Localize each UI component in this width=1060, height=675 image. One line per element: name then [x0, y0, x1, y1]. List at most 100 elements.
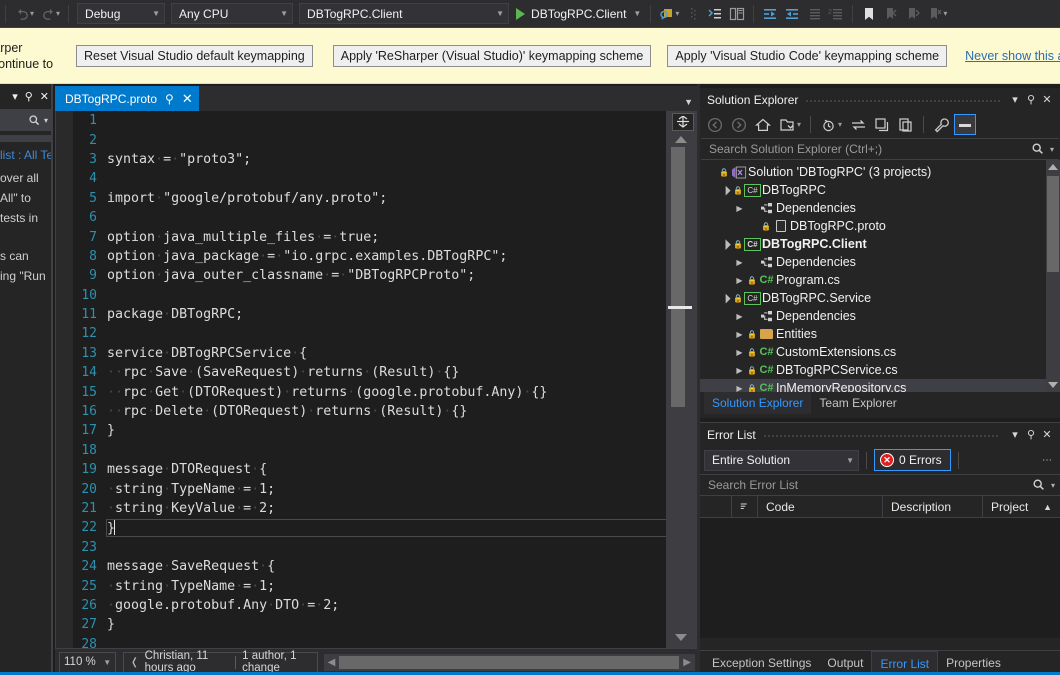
- prev-bookmark-icon[interactable]: [880, 3, 902, 25]
- pin-icon[interactable]: ⚲: [1023, 428, 1039, 441]
- collapsed-twisty-icon[interactable]: ▶: [732, 384, 747, 393]
- toolbar-overflow-icon[interactable]: ⋯: [1042, 455, 1056, 466]
- code-text[interactable]: message·DTORequest·{: [107, 462, 666, 477]
- scroll-right-arrow-icon[interactable]: ▶: [679, 657, 695, 668]
- tab-overflow-icon[interactable]: ▼: [684, 97, 693, 107]
- chevron-left-icon[interactable]: ❬: [130, 657, 138, 668]
- code-line[interactable]: 12: [73, 324, 666, 343]
- code-line[interactable]: 2: [73, 130, 666, 149]
- zoom-level-combo[interactable]: 110 % ▼: [59, 651, 117, 673]
- code-text[interactable]: ··rpc·Save·(SaveRequest)·returns·(Result…: [107, 365, 666, 380]
- codelens-annotation[interactable]: ❬ Christian, 11 hours ago 1 author, 1 ch…: [123, 650, 318, 674]
- column-header-description[interactable]: Description: [883, 496, 983, 517]
- editor-vertical-scrollbar[interactable]: [666, 111, 697, 648]
- chevron-down-icon[interactable]: ▾: [1007, 428, 1023, 441]
- code-line[interactable]: 16 ··rpc·Delete·(DTORequest)·returns·(Res…: [73, 402, 666, 421]
- code-text[interactable]: service·DBTogRPCService·{: [107, 346, 666, 361]
- code-line[interactable]: 17}: [73, 421, 666, 440]
- collapsed-twisty-icon[interactable]: ▶: [732, 348, 747, 357]
- solution-explorer-search-box[interactable]: Search Solution Explorer (Ctrl+;) ▾: [701, 138, 1059, 160]
- solution-tree-item[interactable]: ▶ Dependencies: [700, 307, 1060, 325]
- close-icon[interactable]: ✕: [1039, 93, 1055, 106]
- column-header-code[interactable]: Code: [758, 496, 883, 517]
- code-text[interactable]: import·"google/protobuf/any.proto";: [107, 191, 666, 206]
- pin-icon[interactable]: ⚲: [165, 92, 174, 106]
- code-editor[interactable]: 1 2 3 syntax·=·"proto3"; 4 5 import·"google/pr…: [55, 111, 697, 648]
- expanded-twisty-icon[interactable]: ◢: [716, 289, 734, 307]
- code-line[interactable]: 15 ··rpc·Get·(DTORequest)·returns·(google…: [73, 382, 666, 401]
- solution-tree-item[interactable]: ▶ Dependencies: [700, 199, 1060, 217]
- column-header-project[interactable]: Project ▲: [983, 496, 1060, 517]
- collapsed-twisty-icon[interactable]: ▶: [732, 330, 747, 339]
- error-list-rows[interactable]: [700, 518, 1060, 638]
- close-icon[interactable]: ✕: [182, 91, 193, 107]
- apply-vscode-keymapping-button[interactable]: Apply 'Visual Studio Code' keymapping sc…: [667, 44, 948, 67]
- chevron-down-icon[interactable]: ▾: [1007, 93, 1023, 106]
- test-explorer-search[interactable]: ▾: [0, 109, 51, 131]
- hscrollbar-thumb[interactable]: [339, 655, 680, 669]
- code-line[interactable]: 27}: [73, 615, 666, 634]
- code-line[interactable]: 11 package·DBTogRPC;: [73, 305, 666, 324]
- scroll-up-arrow-icon[interactable]: [675, 136, 687, 143]
- collapsed-twisty-icon[interactable]: ▶: [732, 204, 747, 213]
- collapse-all-icon[interactable]: [871, 114, 893, 135]
- code-text[interactable]: ·string·TypeName·=·1;: [107, 579, 666, 594]
- forward-arrow-icon[interactable]: [728, 114, 750, 135]
- code-line[interactable]: 28: [73, 635, 666, 648]
- chevron-down-icon[interactable]: ▾: [838, 120, 842, 129]
- uncomment-icon[interactable]: 2: [825, 3, 847, 25]
- solution-tree-item[interactable]: 🔒 Solution 'DBTogRPC' (3 projects): [700, 163, 1060, 181]
- scrollbar-thumb[interactable]: [1047, 176, 1059, 272]
- code-line[interactable]: 23: [73, 538, 666, 557]
- solution-tree-item[interactable]: ◢ 🔒 C# DBTogRPC: [700, 181, 1060, 199]
- code-line[interactable]: 24 message·SaveRequest·{: [73, 557, 666, 576]
- code-text[interactable]: ·string·TypeName·=·1;: [107, 482, 666, 497]
- code-line[interactable]: 7 option·java_multiple_files·=·true;: [73, 227, 666, 246]
- drag-handle[interactable]: [805, 88, 1000, 111]
- redo-dropdown-icon[interactable]: ▾: [56, 9, 60, 18]
- outdent-icon[interactable]: [759, 3, 781, 25]
- code-line[interactable]: 5 import·"google/protobuf/any.proto";: [73, 189, 666, 208]
- chevron-down-icon[interactable]: ▼: [633, 9, 641, 18]
- split-view-handle[interactable]: [672, 113, 694, 131]
- solution-explorer-scrollbar[interactable]: [1046, 160, 1060, 392]
- errors-filter-button[interactable]: ✕ 0 Errors: [874, 449, 951, 471]
- collapsed-twisty-icon[interactable]: ▶: [732, 276, 747, 285]
- code-line[interactable]: 3 syntax·=·"proto3";: [73, 150, 666, 169]
- code-text[interactable]: package·DBTogRPC;: [107, 307, 666, 322]
- scroll-down-arrow-icon[interactable]: [675, 634, 687, 641]
- chevron-down-icon[interactable]: ▾: [44, 116, 48, 125]
- comment-icon[interactable]: [803, 3, 825, 25]
- code-text[interactable]: option·java_outer_classname·=·"DBTogRPCP…: [107, 268, 666, 283]
- startup-project-combo[interactable]: DBTogRPC.Client ▼: [299, 3, 510, 24]
- back-arrow-icon[interactable]: [704, 114, 726, 135]
- close-icon[interactable]: ✕: [40, 90, 49, 103]
- code-line[interactable]: 6: [73, 208, 666, 227]
- code-line[interactable]: 14 ··rpc·Save·(SaveRequest)·returns·(Resu…: [73, 363, 666, 382]
- pending-changes-filter-icon[interactable]: [817, 114, 839, 135]
- indent-icon[interactable]: [781, 3, 803, 25]
- refresh-icon[interactable]: [847, 114, 869, 135]
- solution-tree-item[interactable]: ◢ 🔒 C# DBTogRPC.Client: [700, 235, 1060, 253]
- code-text[interactable]: }: [106, 518, 667, 537]
- solution-tree-item[interactable]: ▶ 🔒 C# CustomExtensions.cs: [700, 343, 1060, 361]
- code-text[interactable]: syntax·=·"proto3";: [107, 152, 666, 167]
- find-dropdown-icon[interactable]: ▾: [675, 9, 679, 18]
- reset-keymapping-button[interactable]: Reset Visual Studio default keymapping: [76, 44, 313, 67]
- code-line[interactable]: 19 message·DTORequest·{: [73, 460, 666, 479]
- scroll-up-arrow-icon[interactable]: [1048, 164, 1058, 170]
- expanded-twisty-icon[interactable]: ◢: [716, 235, 734, 253]
- code-line[interactable]: 8 option·java_package·=·"io.grpc.examples…: [73, 247, 666, 266]
- code-text[interactable]: ·string·KeyValue·=·2;: [107, 501, 666, 516]
- chevron-down-icon[interactable]: ▾: [797, 120, 801, 129]
- code-text[interactable]: message·SaveRequest·{: [107, 559, 666, 574]
- code-text[interactable]: ··rpc·Delete·(DTORequest)·returns·(Resul…: [107, 404, 666, 419]
- sync-with-active-document-icon[interactable]: [776, 114, 798, 135]
- code-line[interactable]: 26 ·google.protobuf.Any·DTO·=·2;: [73, 596, 666, 615]
- start-debugging-button[interactable]: DBTogRPC.Client ▼: [512, 7, 645, 21]
- toggle-panel-icon[interactable]: [704, 3, 726, 25]
- scroll-left-arrow-icon[interactable]: ◀: [324, 657, 340, 668]
- code-text[interactable]: option·java_multiple_files·=·true;: [107, 230, 666, 245]
- pin-icon[interactable]: ⚲: [25, 90, 33, 103]
- solution-tree-item[interactable]: ▶ 🔒 C# DBTogRPCService.cs: [700, 361, 1060, 379]
